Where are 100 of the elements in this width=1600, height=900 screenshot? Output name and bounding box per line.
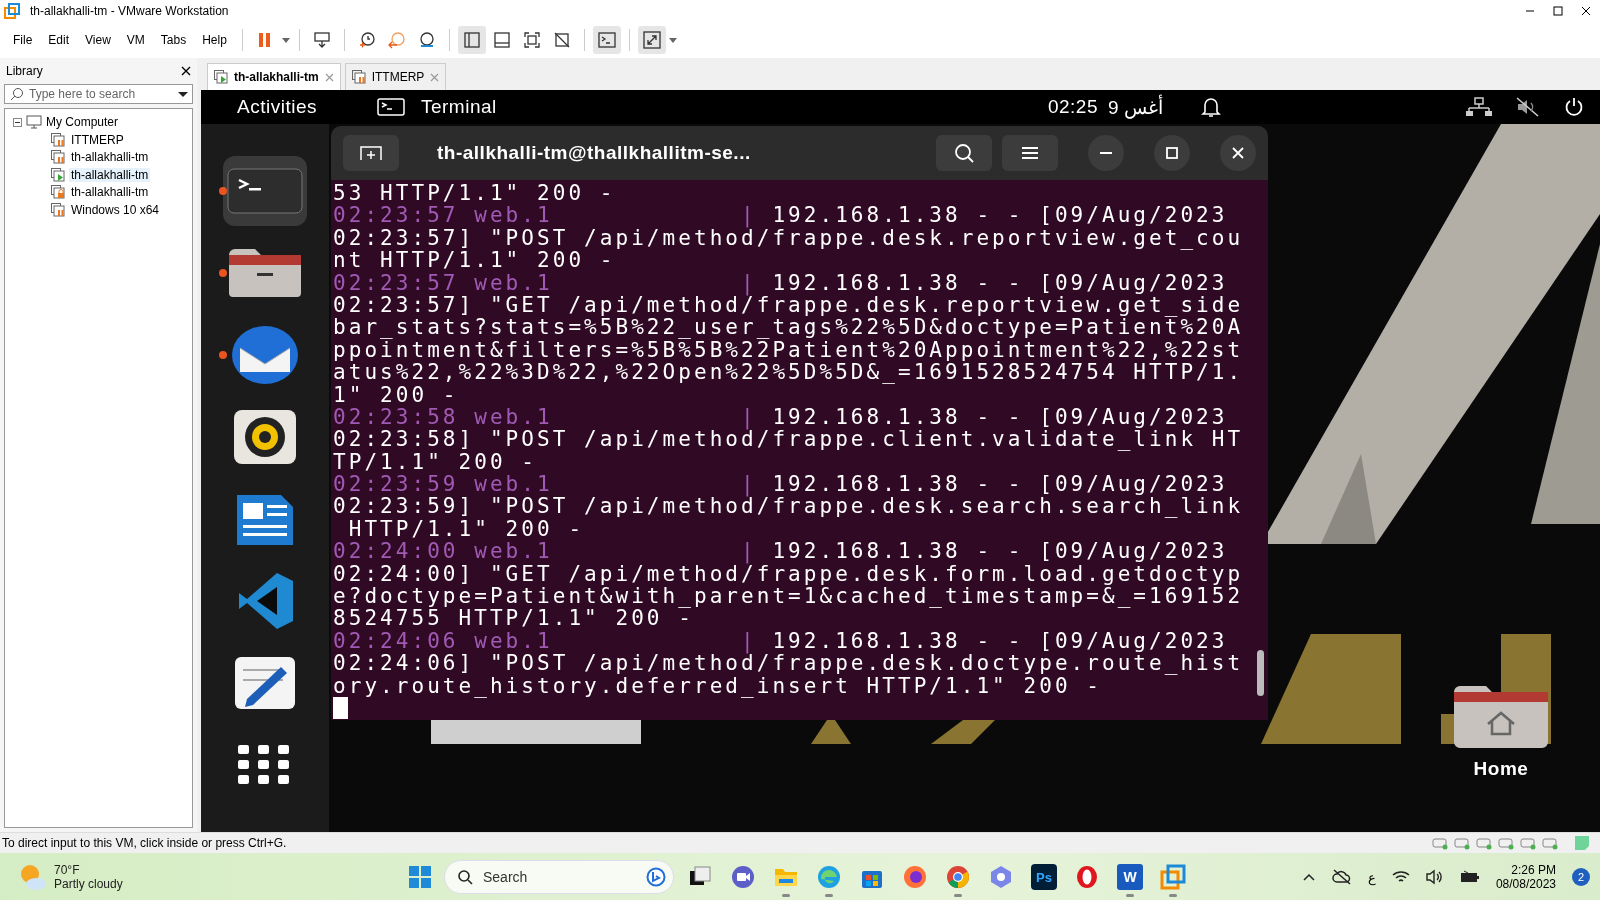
app-logo-icon xyxy=(4,3,20,19)
log-source: 02:24:06 web.1 xyxy=(333,629,554,653)
tree-item[interactable]: th-allakhalli-tm xyxy=(69,185,151,200)
power-icon[interactable] xyxy=(1564,97,1584,117)
network-icon[interactable] xyxy=(1466,97,1492,117)
chat-icon[interactable] xyxy=(646,867,666,887)
new-tab-button[interactable] xyxy=(343,135,399,171)
search-icon xyxy=(10,87,24,101)
log-line: 02:23:57] "POST /api/method/frappe.desk.reportview.get_cou xyxy=(333,226,1245,250)
text-editor-icon xyxy=(233,655,297,711)
log-line: 192.168.1.38 - - [09/Aug/2023 xyxy=(772,203,1228,228)
log-line: 192.168.1.38 - - [09/Aug/2023 xyxy=(772,628,1228,653)
log-line: TP/1.1" 200 - xyxy=(333,450,538,474)
cloud-off-icon[interactable] xyxy=(1331,869,1352,885)
terminal-icon xyxy=(227,168,303,214)
close-icon xyxy=(1231,146,1245,160)
menu-item[interactable]: Tabs xyxy=(153,30,194,50)
log-line: e?doctype=Patient&with_parent=1&cached_timestamp=&_=169152 xyxy=(333,585,1245,608)
tree-item[interactable]: Windows 10 x64 xyxy=(69,202,162,217)
log-line: 1" 200 - xyxy=(333,383,459,406)
log-line: atus%22,%22%3D%22,%22Open%22%5D%5D&_=1691528524754 HTTP/1. xyxy=(333,361,1245,384)
scrollbar[interactable] xyxy=(1257,650,1264,696)
tree-item[interactable]: th-allakhalli-tm xyxy=(69,150,151,165)
log-separator: | xyxy=(741,203,757,228)
language-indicator[interactable]: ع xyxy=(1367,869,1376,885)
battery-icon[interactable] xyxy=(1459,870,1480,884)
browser-icon xyxy=(816,864,842,890)
terminal-icon xyxy=(376,98,405,116)
close-button[interactable] xyxy=(1220,135,1256,171)
menu-button[interactable] xyxy=(1002,135,1058,171)
tab[interactable]: ITTMERP xyxy=(344,63,447,90)
vm-icon xyxy=(51,185,65,200)
mail-icon xyxy=(230,324,300,386)
log-line: ory.route_history.deferred_insert HTTP/1.1" 200 - xyxy=(333,674,1102,697)
close-icon[interactable] xyxy=(181,66,191,76)
log-line: 192.168.1.38 - - [09/Aug/2023 xyxy=(772,539,1228,564)
menu-item[interactable]: File xyxy=(6,30,40,50)
new-tab-icon xyxy=(359,144,383,162)
log-line: 8524755 HTTP/1.1" 200 - xyxy=(333,607,694,630)
muted-speaker-icon[interactable] xyxy=(1516,97,1540,117)
notification-badge[interactable]: 2 xyxy=(1572,868,1590,886)
log-source: 02:23:57 web.1 xyxy=(333,204,554,227)
partly-cloudy-icon xyxy=(18,863,48,891)
clock-time[interactable]: 2:26 PM xyxy=(1511,863,1556,877)
log-line: 02:24:06] "POST /api/method/frappe.desk.doctype.route_hist xyxy=(333,652,1245,675)
browser-icon xyxy=(1074,864,1100,890)
browser-icon xyxy=(902,864,928,890)
log-separator: | xyxy=(741,472,757,497)
vm-icon xyxy=(51,150,65,165)
home-folder-icon[interactable] xyxy=(1452,684,1550,750)
stretch-icon[interactable] xyxy=(637,26,666,54)
log-line: HTTP/1.1" 200 - xyxy=(347,517,585,541)
log-source: 02:24:00 web.1 xyxy=(333,540,554,563)
search-field[interactable]: Type here to search xyxy=(4,84,193,104)
tab[interactable]: th-allakhalli-tm xyxy=(207,63,341,90)
clock-date[interactable]: 08/08/2023 xyxy=(1495,877,1556,891)
search-button[interactable] xyxy=(936,135,992,171)
tree-item[interactable]: My Computer xyxy=(46,115,119,129)
menu-item[interactable]: Edit xyxy=(41,30,77,50)
maximize-button[interactable] xyxy=(1154,135,1190,171)
clock-date[interactable]: 9 أغس xyxy=(1108,95,1163,119)
log-source: 02:23:58 web.1 xyxy=(333,405,554,429)
window-title: th-allkhalli-tm@thallkhallitm-se... xyxy=(436,142,752,164)
search-icon xyxy=(953,142,975,164)
status-text: To direct input to this VM, click inside or press Ctrl+G. xyxy=(2,836,288,850)
taskbar-app[interactable]: W xyxy=(1112,857,1148,897)
activities-button[interactable]: Activities xyxy=(231,95,323,119)
browser-icon xyxy=(945,864,971,890)
log-line: 192.168.1.38 - - [09/Aug/2023 xyxy=(772,270,1228,295)
log-source: 02:23:57 web.1 xyxy=(333,271,554,294)
console-icon[interactable] xyxy=(592,26,621,54)
vm-icon xyxy=(51,132,65,147)
start-icon[interactable] xyxy=(408,865,432,889)
chevron-up-icon[interactable] xyxy=(1301,872,1316,882)
vm-icon xyxy=(51,202,65,217)
vm-icon xyxy=(214,70,228,84)
icon-label: Home xyxy=(1473,758,1529,780)
app-menu[interactable]: Terminal xyxy=(414,95,503,119)
log-line: ppointment&filters=%5B%5B%22Patient%20Appointment%22,%22st xyxy=(333,338,1245,362)
photoshop-icon: Ps xyxy=(1031,864,1057,890)
log-line: bar_stats?stats=%5B%22_user_tags%22%5D&doctype=Patient%20A xyxy=(333,316,1245,339)
search-icon xyxy=(457,869,473,885)
taskbar-app[interactable]: Ps xyxy=(1026,857,1062,897)
tree-item[interactable]: th-allakhalli-tm xyxy=(69,167,151,182)
wifi-icon[interactable] xyxy=(1391,870,1410,884)
clock-time[interactable]: 02:25 xyxy=(1047,96,1098,118)
tree-item[interactable]: ITTMERP xyxy=(69,132,126,147)
caret-icon[interactable] xyxy=(178,89,188,99)
log-source: 02:23:59 web.1 xyxy=(333,473,554,496)
app-grid-icon xyxy=(238,745,292,785)
menu-item[interactable]: View xyxy=(78,30,118,50)
menu-item[interactable]: Help xyxy=(195,30,234,50)
log-separator: | xyxy=(741,628,757,653)
sidebar-icon[interactable] xyxy=(457,26,486,54)
menu-item[interactable]: VM xyxy=(119,30,152,50)
window-title: th-allakhalli-tm - VMware Workstation xyxy=(30,4,230,18)
log-line: 02:23:57] "GET /api/method/frappe.desk.reportview.get_side xyxy=(333,293,1245,317)
collapse-icon[interactable] xyxy=(13,117,22,127)
log-line: 02:23:59] "POST /api/method/frappe.desk.search.search_link xyxy=(333,495,1245,518)
text-cursor xyxy=(333,697,348,719)
